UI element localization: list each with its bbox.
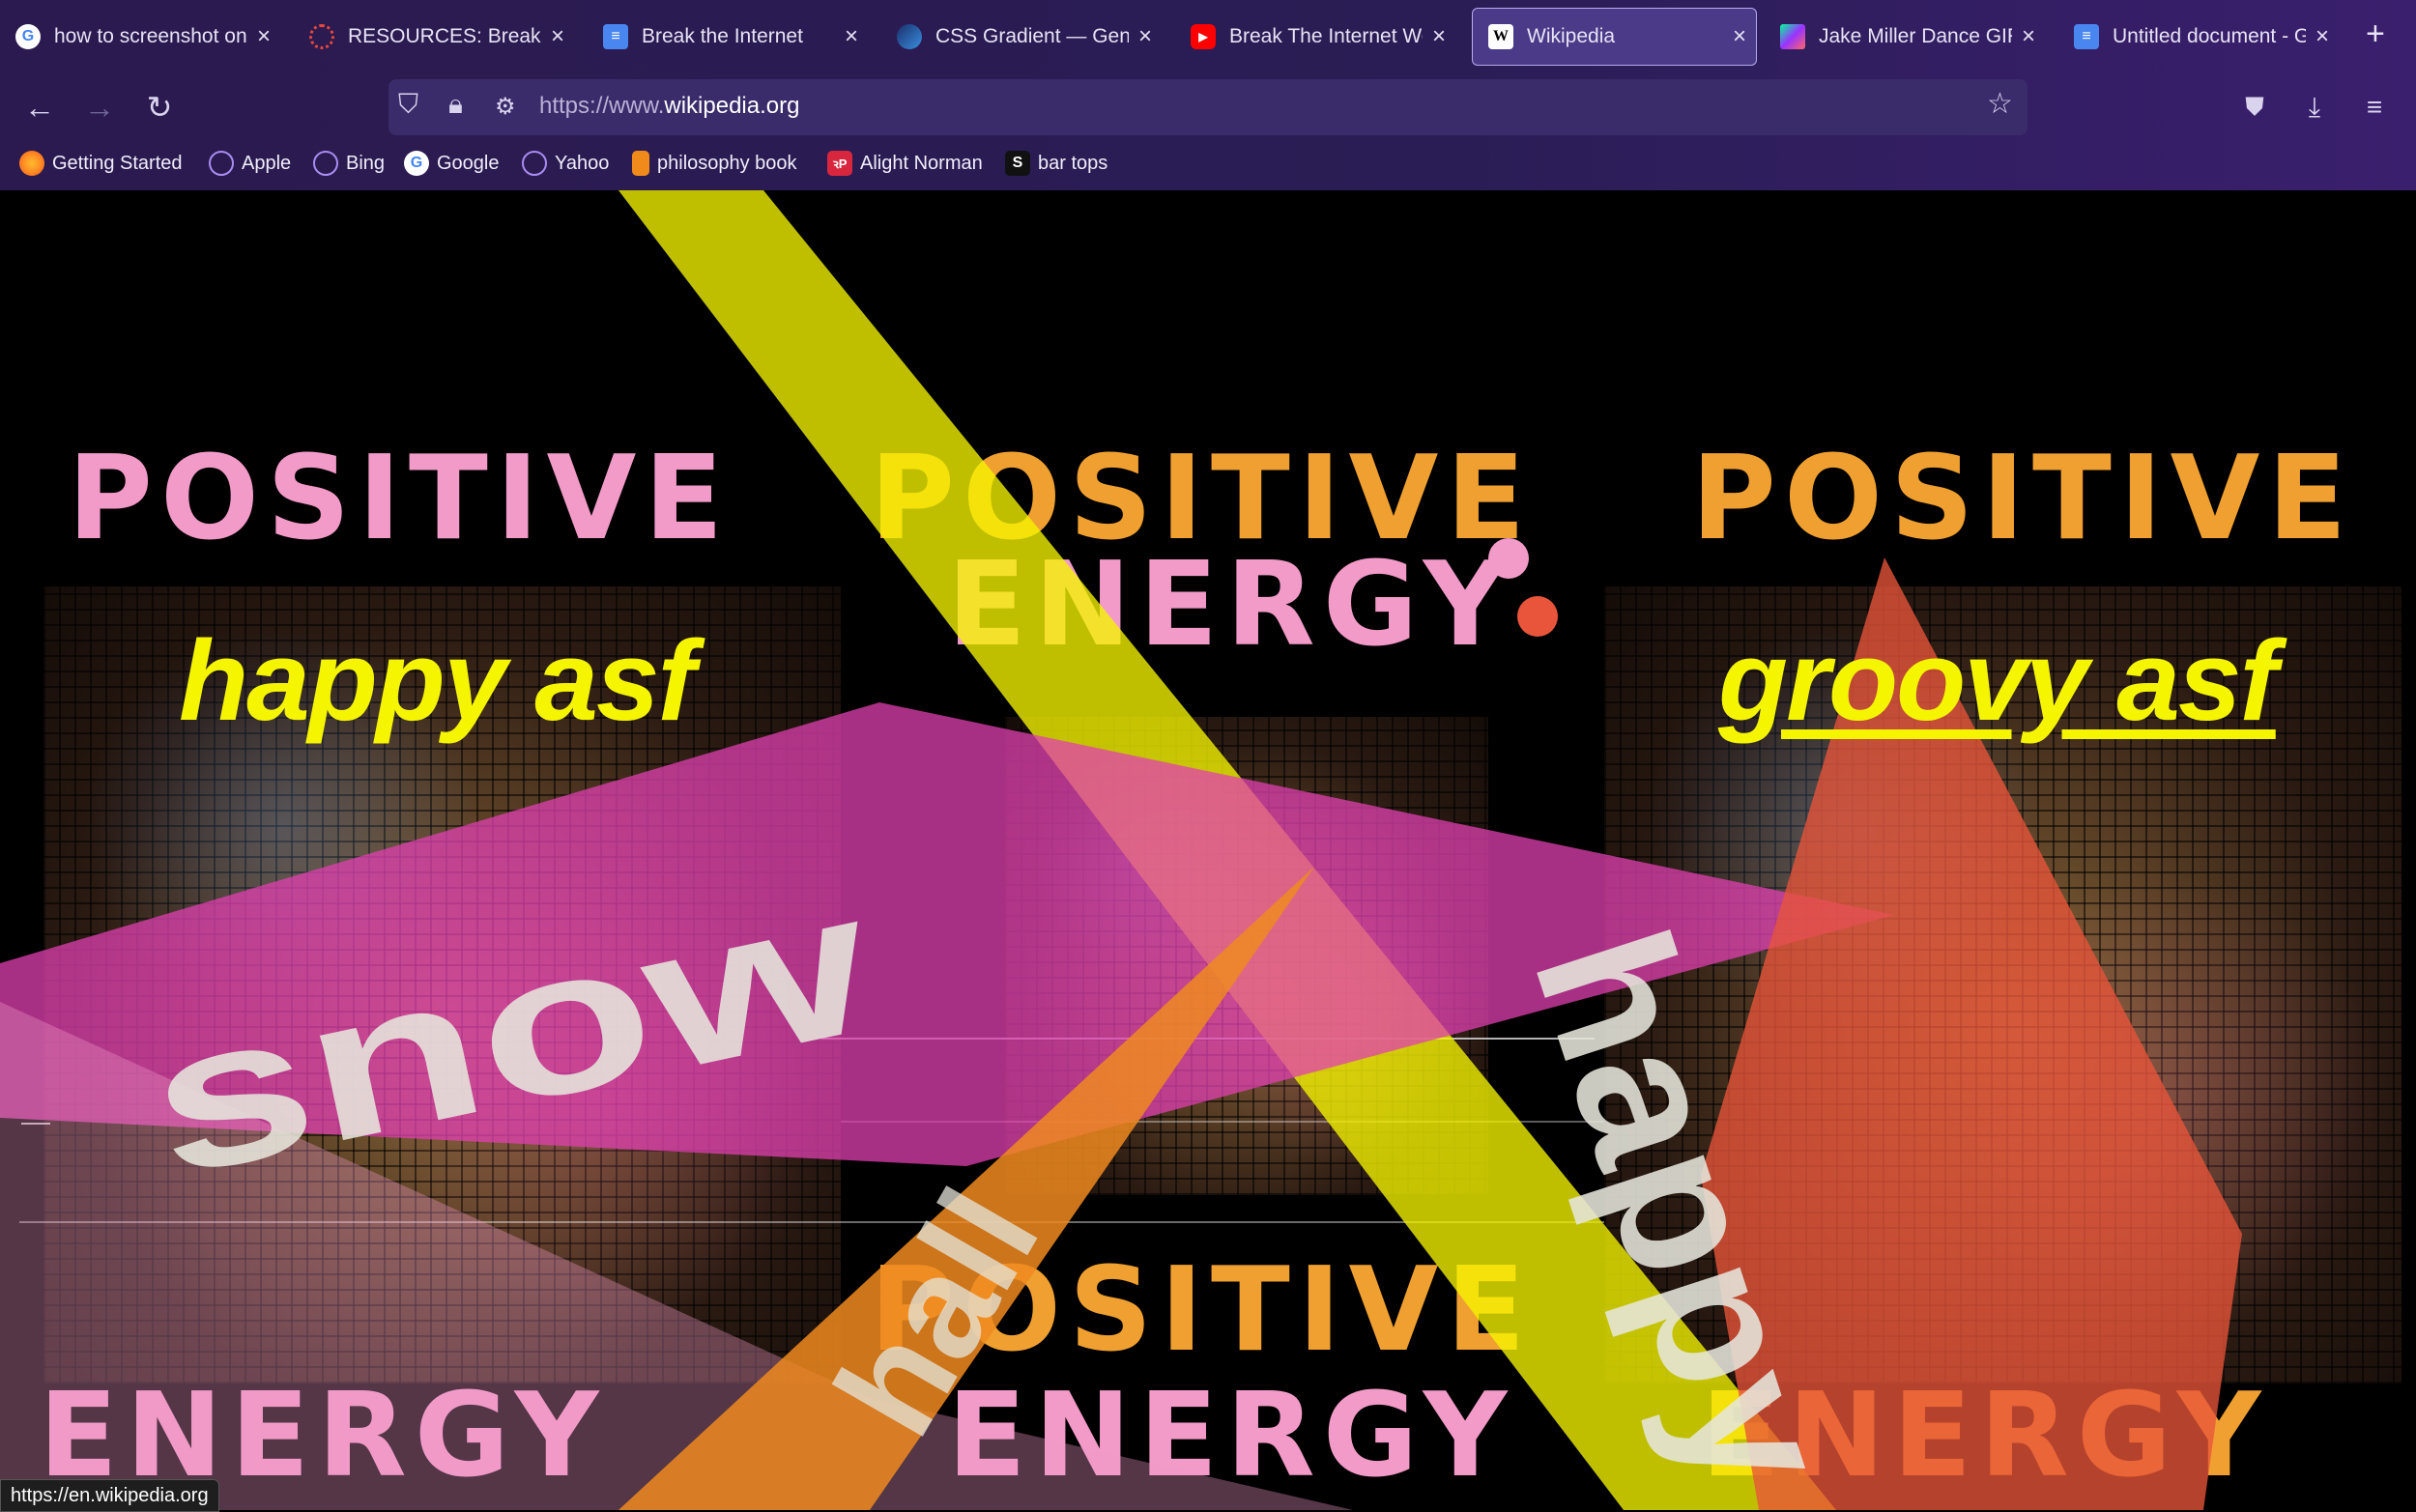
tab-title: Untitled document - G bbox=[2113, 25, 2306, 47]
lock-icon[interactable]: 🔒︎ bbox=[448, 89, 463, 121]
tab-title: how to screenshot on m bbox=[54, 25, 247, 47]
book-icon bbox=[632, 151, 649, 176]
bookmark-star-icon[interactable]: ☆ bbox=[1987, 87, 2013, 121]
pocket-icon[interactable]: ⛊ bbox=[2236, 89, 2273, 126]
tab-title: CSS Gradient — Gener bbox=[935, 25, 1129, 47]
reload-button[interactable]: ↻ bbox=[141, 89, 178, 126]
bookmarks-toolbar: Getting Started Apple Bing G Google Yaho… bbox=[0, 139, 2416, 190]
url-domain: wikipedia.org bbox=[664, 93, 800, 119]
globe-icon bbox=[313, 151, 338, 176]
bookmark-bar-tops[interactable]: S bar tops bbox=[1005, 151, 1107, 176]
bookmark-getting-started[interactable]: Getting Started bbox=[19, 151, 183, 176]
bookmark-apple[interactable]: Apple bbox=[209, 151, 291, 176]
groovy-asf-heading: groovy asf bbox=[1718, 617, 2278, 745]
navigation-toolbar: ← → ↻ ⛉ 🔒︎ ⚙ https://www.wikipedia.org ☆… bbox=[0, 75, 2416, 139]
tab-title: Wikipedia bbox=[1527, 25, 1616, 47]
close-tab-icon[interactable]: × bbox=[1723, 23, 1756, 50]
docs-icon: ≡ bbox=[603, 24, 628, 49]
back-button[interactable]: ← bbox=[21, 89, 58, 126]
tracking-protection-shield-icon[interactable]: ⛉ bbox=[398, 89, 418, 121]
link-status-bar: https://en.wikipedia.org bbox=[0, 1479, 219, 1512]
url-prefix: https://www. bbox=[539, 93, 665, 119]
bookmark-label: philosophy book bbox=[657, 152, 797, 174]
browser-chrome: G how to screenshot on m × RESOURCES: Br… bbox=[0, 0, 2416, 190]
globe-icon bbox=[209, 151, 234, 176]
bookmark-label: Getting Started bbox=[52, 152, 183, 174]
bookmark-alight-norman[interactable]: ꝛP Alight Norman bbox=[827, 151, 983, 176]
permissions-icon[interactable]: ⚙ bbox=[495, 93, 516, 121]
forward-button[interactable]: → bbox=[81, 89, 118, 126]
tab-break-internet-workshop[interactable]: ▶ Break The Internet Wor × bbox=[1175, 8, 1455, 66]
menu-icon[interactable]: ≡ bbox=[2356, 89, 2393, 126]
address-bar[interactable]: ⛉ 🔒︎ ⚙ https://www.wikipedia.org ☆ bbox=[388, 79, 2028, 135]
bookmark-label: Yahoo bbox=[555, 152, 610, 174]
s-icon: S bbox=[1005, 151, 1030, 176]
page-content: POSITIVE POSITIVE ENERGY POSITIVE POSITI… bbox=[0, 190, 2416, 1510]
downloads-icon[interactable]: ⤓ bbox=[2296, 89, 2333, 126]
bookmark-label: bar tops bbox=[1038, 152, 1108, 174]
youtube-icon: ▶ bbox=[1191, 24, 1216, 49]
bookmark-label: Alight Norman bbox=[860, 152, 983, 174]
close-tab-icon[interactable]: × bbox=[835, 23, 868, 50]
tab-title: Break the Internet bbox=[642, 25, 803, 47]
giphy-icon bbox=[1780, 24, 1805, 49]
alight-icon: ꝛP bbox=[827, 151, 852, 176]
close-tab-icon[interactable]: × bbox=[1129, 23, 1162, 50]
globe-icon bbox=[522, 151, 547, 176]
wikipedia-icon: W bbox=[1488, 24, 1513, 49]
tab-how-to-screenshot[interactable]: G how to screenshot on m × bbox=[0, 8, 280, 66]
tab-title: RESOURCES: Break the bbox=[348, 25, 541, 47]
bookmark-philosophy-book[interactable]: philosophy book bbox=[632, 151, 797, 176]
firefox-icon bbox=[19, 151, 44, 176]
close-tab-icon[interactable]: × bbox=[247, 23, 280, 50]
close-tab-icon[interactable]: × bbox=[2012, 23, 2045, 50]
happy-asf-heading: happy asf bbox=[179, 617, 696, 745]
light-beams bbox=[0, 190, 2242, 1510]
tab-wikipedia[interactable]: W Wikipedia × bbox=[1472, 8, 1757, 66]
new-tab-button[interactable]: + bbox=[2366, 15, 2385, 53]
tab-jake-miller-gif[interactable]: Jake Miller Dance GIF × bbox=[1765, 8, 2045, 66]
close-tab-icon[interactable]: × bbox=[541, 23, 574, 50]
tab-title: Jake Miller Dance GIF bbox=[1819, 25, 2012, 47]
tab-css-gradient[interactable]: CSS Gradient — Gener × bbox=[881, 8, 1162, 66]
tab-break-the-internet[interactable]: ≡ Break the Internet × bbox=[588, 8, 868, 66]
close-tab-icon[interactable]: × bbox=[2306, 23, 2339, 50]
docs-icon: ≡ bbox=[2074, 24, 2099, 49]
resources-icon bbox=[309, 24, 334, 49]
bookmark-yahoo[interactable]: Yahoo bbox=[522, 151, 609, 176]
tab-untitled-document[interactable]: ≡ Untitled document - G × bbox=[2058, 8, 2339, 66]
bookmark-google[interactable]: G Google bbox=[404, 151, 500, 176]
google-icon: G bbox=[404, 151, 429, 176]
tab-strip: G how to screenshot on m × RESOURCES: Br… bbox=[0, 0, 2416, 75]
close-tab-icon[interactable]: × bbox=[1423, 23, 1455, 50]
url-text[interactable]: https://www.wikipedia.org bbox=[539, 93, 799, 120]
bookmark-label: Apple bbox=[242, 152, 292, 174]
bookmark-label: Bing bbox=[346, 152, 386, 174]
gradient-icon bbox=[897, 24, 922, 49]
bookmark-bing[interactable]: Bing bbox=[313, 151, 385, 176]
google-icon: G bbox=[15, 24, 41, 49]
tab-title: Break The Internet Wor bbox=[1229, 25, 1423, 47]
bookmark-label: Google bbox=[437, 152, 500, 174]
tab-resources[interactable]: RESOURCES: Break the × bbox=[294, 8, 574, 66]
